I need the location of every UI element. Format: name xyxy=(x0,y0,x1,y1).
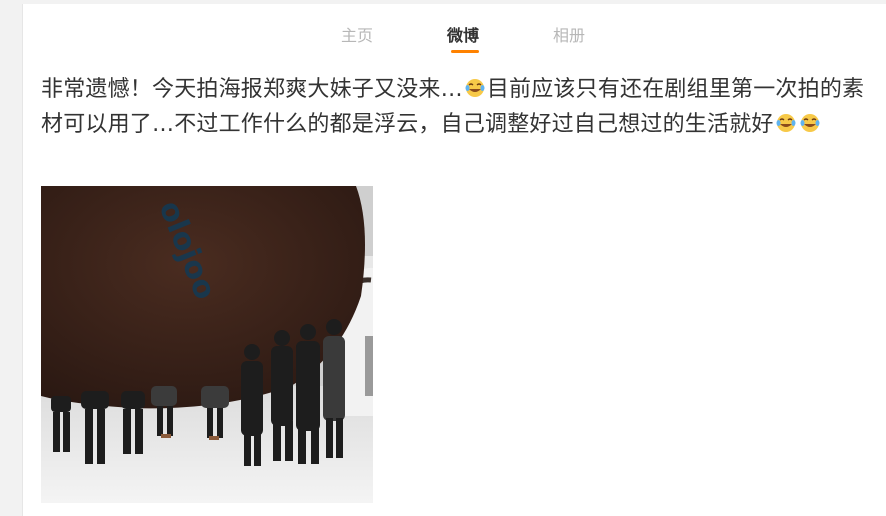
tab-album[interactable]: 相册 xyxy=(553,22,585,46)
studio-photo: olojoo xyxy=(41,186,373,503)
laugh-cry-emoji-icon xyxy=(776,114,796,132)
laugh-cry-emoji-icon xyxy=(800,114,820,132)
tab-home[interactable]: 主页 xyxy=(341,22,373,46)
active-tab-indicator xyxy=(451,50,479,53)
laugh-cry-emoji-icon xyxy=(465,79,485,97)
tab-weibo[interactable]: 微博 xyxy=(447,22,479,46)
post-photo[interactable]: olojoo xyxy=(41,186,373,503)
weibo-card: 主页 微博 相册 非常遗憾！今天拍海报郑爽大妹子又没来… 目前应该只有还在剧组里… xyxy=(22,4,886,516)
post-text-part1: 非常遗憾！今天拍海报郑爽大妹子又没来… xyxy=(41,77,463,102)
post-text: 非常遗憾！今天拍海报郑爽大妹子又没来… 目前应该只有还在剧组里第一次拍的素材可以… xyxy=(41,72,881,142)
profile-tabs: 主页 微博 相册 xyxy=(23,4,886,58)
